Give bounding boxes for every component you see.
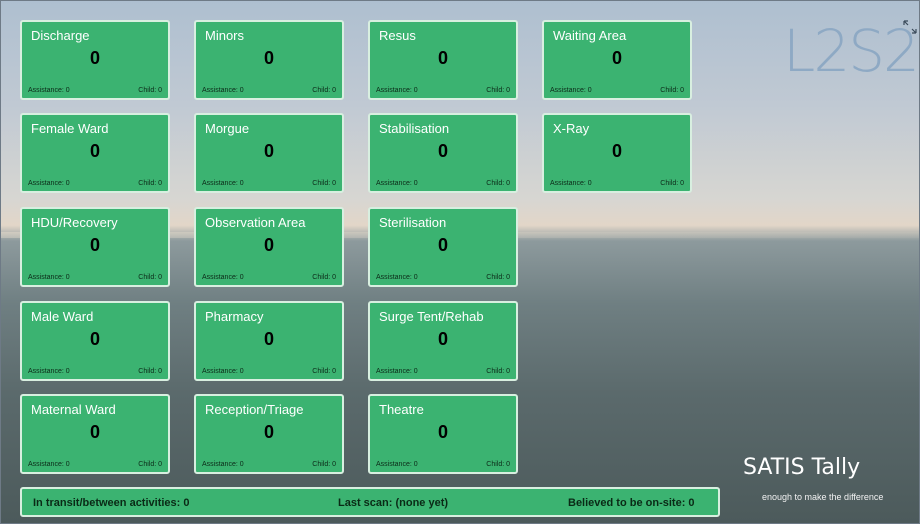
tile-name: Minors	[205, 28, 245, 43]
tile-child: Child: 0	[312, 368, 336, 375]
tile-count: 0	[263, 48, 274, 68]
on-site-count: Believed to be on-site: 0	[568, 497, 695, 509]
status-bar: In transit/between activities: 0 Last sc…	[20, 487, 720, 517]
tile-child: Child: 0	[660, 180, 684, 187]
last-scan-text: Last scan: (none yet)	[338, 497, 449, 509]
in-transit-count: In transit/between activities: 0	[33, 497, 190, 509]
location-tile[interactable]: Sterilisation 0 Assistance: 0 Child: 0	[368, 207, 518, 287]
tile-child: Child: 0	[138, 461, 162, 468]
location-tile[interactable]: X-Ray 0 Assistance: 0 Child: 0	[542, 113, 692, 193]
tile-count: 0	[611, 48, 622, 68]
tile-count: 0	[263, 235, 274, 255]
tile-child: Child: 0	[138, 368, 162, 375]
tile-child: Child: 0	[138, 180, 162, 187]
tile-count: 0	[437, 235, 448, 255]
tile-name: Theatre	[379, 402, 424, 417]
tile-assistance: Assistance: 0	[550, 87, 592, 94]
tile-child: Child: 0	[138, 87, 162, 94]
location-tile[interactable]: Reception/Triage 0 Assistance: 0 Child: 0	[194, 394, 344, 474]
tile-child: Child: 0	[660, 87, 684, 94]
tile-child: Child: 0	[486, 180, 510, 187]
tile-count: 0	[89, 235, 100, 255]
tile-assistance: Assistance: 0	[28, 87, 70, 94]
l2s2-logo: L2S2	[783, 17, 920, 85]
location-tiles-grid: Discharge 0 Assistance: 0 Child: 0 Minors 0 As…	[20, 20, 700, 480]
tile-assistance: Assistance: 0	[202, 461, 244, 468]
tile-name: Waiting Area	[553, 28, 627, 43]
tile-assistance: Assistance: 0	[28, 461, 70, 468]
tile-count: 0	[263, 329, 274, 349]
tile-name: Observation Area	[205, 215, 306, 230]
tile-assistance: Assistance: 0	[202, 368, 244, 375]
location-tile[interactable]: Pharmacy 0 Assistance: 0 Child: 0	[194, 301, 344, 381]
tile-assistance: Assistance: 0	[376, 87, 418, 94]
tile-name: HDU/Recovery	[31, 215, 118, 230]
tile-child: Child: 0	[138, 274, 162, 281]
tile-assistance: Assistance: 0	[202, 274, 244, 281]
location-tile[interactable]: Morgue 0 Assistance: 0 Child: 0	[194, 113, 344, 193]
location-tile[interactable]: Observation Area 0 Assistance: 0 Child: 0	[194, 207, 344, 287]
tile-name: Morgue	[205, 121, 250, 136]
tile-name: Stabilisation	[379, 121, 450, 136]
tile-assistance: Assistance: 0	[376, 274, 418, 281]
location-tile[interactable]: Waiting Area 0 Assistance: 0 Child: 0	[542, 20, 692, 100]
tile-assistance: Assistance: 0	[28, 180, 70, 187]
tile-name: Resus	[379, 28, 416, 43]
tile-name: Female Ward	[31, 121, 109, 136]
tile-count: 0	[89, 48, 100, 68]
tile-child: Child: 0	[312, 87, 336, 94]
tile-name: Male Ward	[31, 309, 94, 324]
location-tile[interactable]: Minors 0 Assistance: 0 Child: 0	[194, 20, 344, 100]
tile-count: 0	[437, 329, 448, 349]
tile-count: 0	[89, 422, 100, 442]
location-tile[interactable]: Theatre 0 Assistance: 0 Child: 0	[368, 394, 518, 474]
tile-assistance: Assistance: 0	[550, 180, 592, 187]
tile-count: 0	[89, 141, 100, 161]
tile-count: 0	[437, 141, 448, 161]
app-tagline: enough to make the difference	[762, 492, 884, 502]
tile-count: 0	[89, 329, 100, 349]
tile-name: X-Ray	[553, 121, 590, 136]
tile-child: Child: 0	[312, 274, 336, 281]
app-title: SATIS Tally	[743, 455, 861, 480]
tile-assistance: Assistance: 0	[376, 461, 418, 468]
tile-name: Reception/Triage	[205, 402, 304, 417]
location-tile[interactable]: Surge Tent/Rehab 0 Assistance: 0 Child: 0	[368, 301, 518, 381]
tile-assistance: Assistance: 0	[202, 87, 244, 94]
tile-assistance: Assistance: 0	[202, 180, 244, 187]
tile-child: Child: 0	[486, 368, 510, 375]
tile-count: 0	[437, 48, 448, 68]
location-tile[interactable]: Stabilisation 0 Assistance: 0 Child: 0	[368, 113, 518, 193]
tile-name: Pharmacy	[205, 309, 264, 324]
tile-assistance: Assistance: 0	[28, 274, 70, 281]
tile-count: 0	[263, 422, 274, 442]
tile-name: Maternal Ward	[31, 402, 116, 417]
tile-name: Surge Tent/Rehab	[379, 309, 484, 324]
tile-assistance: Assistance: 0	[376, 180, 418, 187]
tile-assistance: Assistance: 0	[376, 368, 418, 375]
tile-count: 0	[437, 422, 448, 442]
expand-arrows-icon[interactable]	[903, 20, 917, 34]
tile-child: Child: 0	[486, 274, 510, 281]
tile-count: 0	[611, 141, 622, 161]
location-tile[interactable]: Discharge 0 Assistance: 0 Child: 0	[20, 20, 170, 100]
tile-assistance: Assistance: 0	[28, 368, 70, 375]
tile-child: Child: 0	[486, 87, 510, 94]
tile-count: 0	[263, 141, 274, 161]
tile-name: Sterilisation	[379, 215, 447, 230]
location-tile[interactable]: Maternal Ward 0 Assistance: 0 Child: 0	[20, 394, 170, 474]
location-tile[interactable]: HDU/Recovery 0 Assistance: 0 Child: 0	[20, 207, 170, 287]
tile-child: Child: 0	[312, 461, 336, 468]
location-tile[interactable]: Female Ward 0 Assistance: 0 Child: 0	[20, 113, 170, 193]
location-tile[interactable]: Male Ward 0 Assistance: 0 Child: 0	[20, 301, 170, 381]
tile-child: Child: 0	[312, 180, 336, 187]
tile-child: Child: 0	[486, 461, 510, 468]
location-tile[interactable]: Resus 0 Assistance: 0 Child: 0	[368, 20, 518, 100]
tile-name: Discharge	[31, 28, 90, 43]
